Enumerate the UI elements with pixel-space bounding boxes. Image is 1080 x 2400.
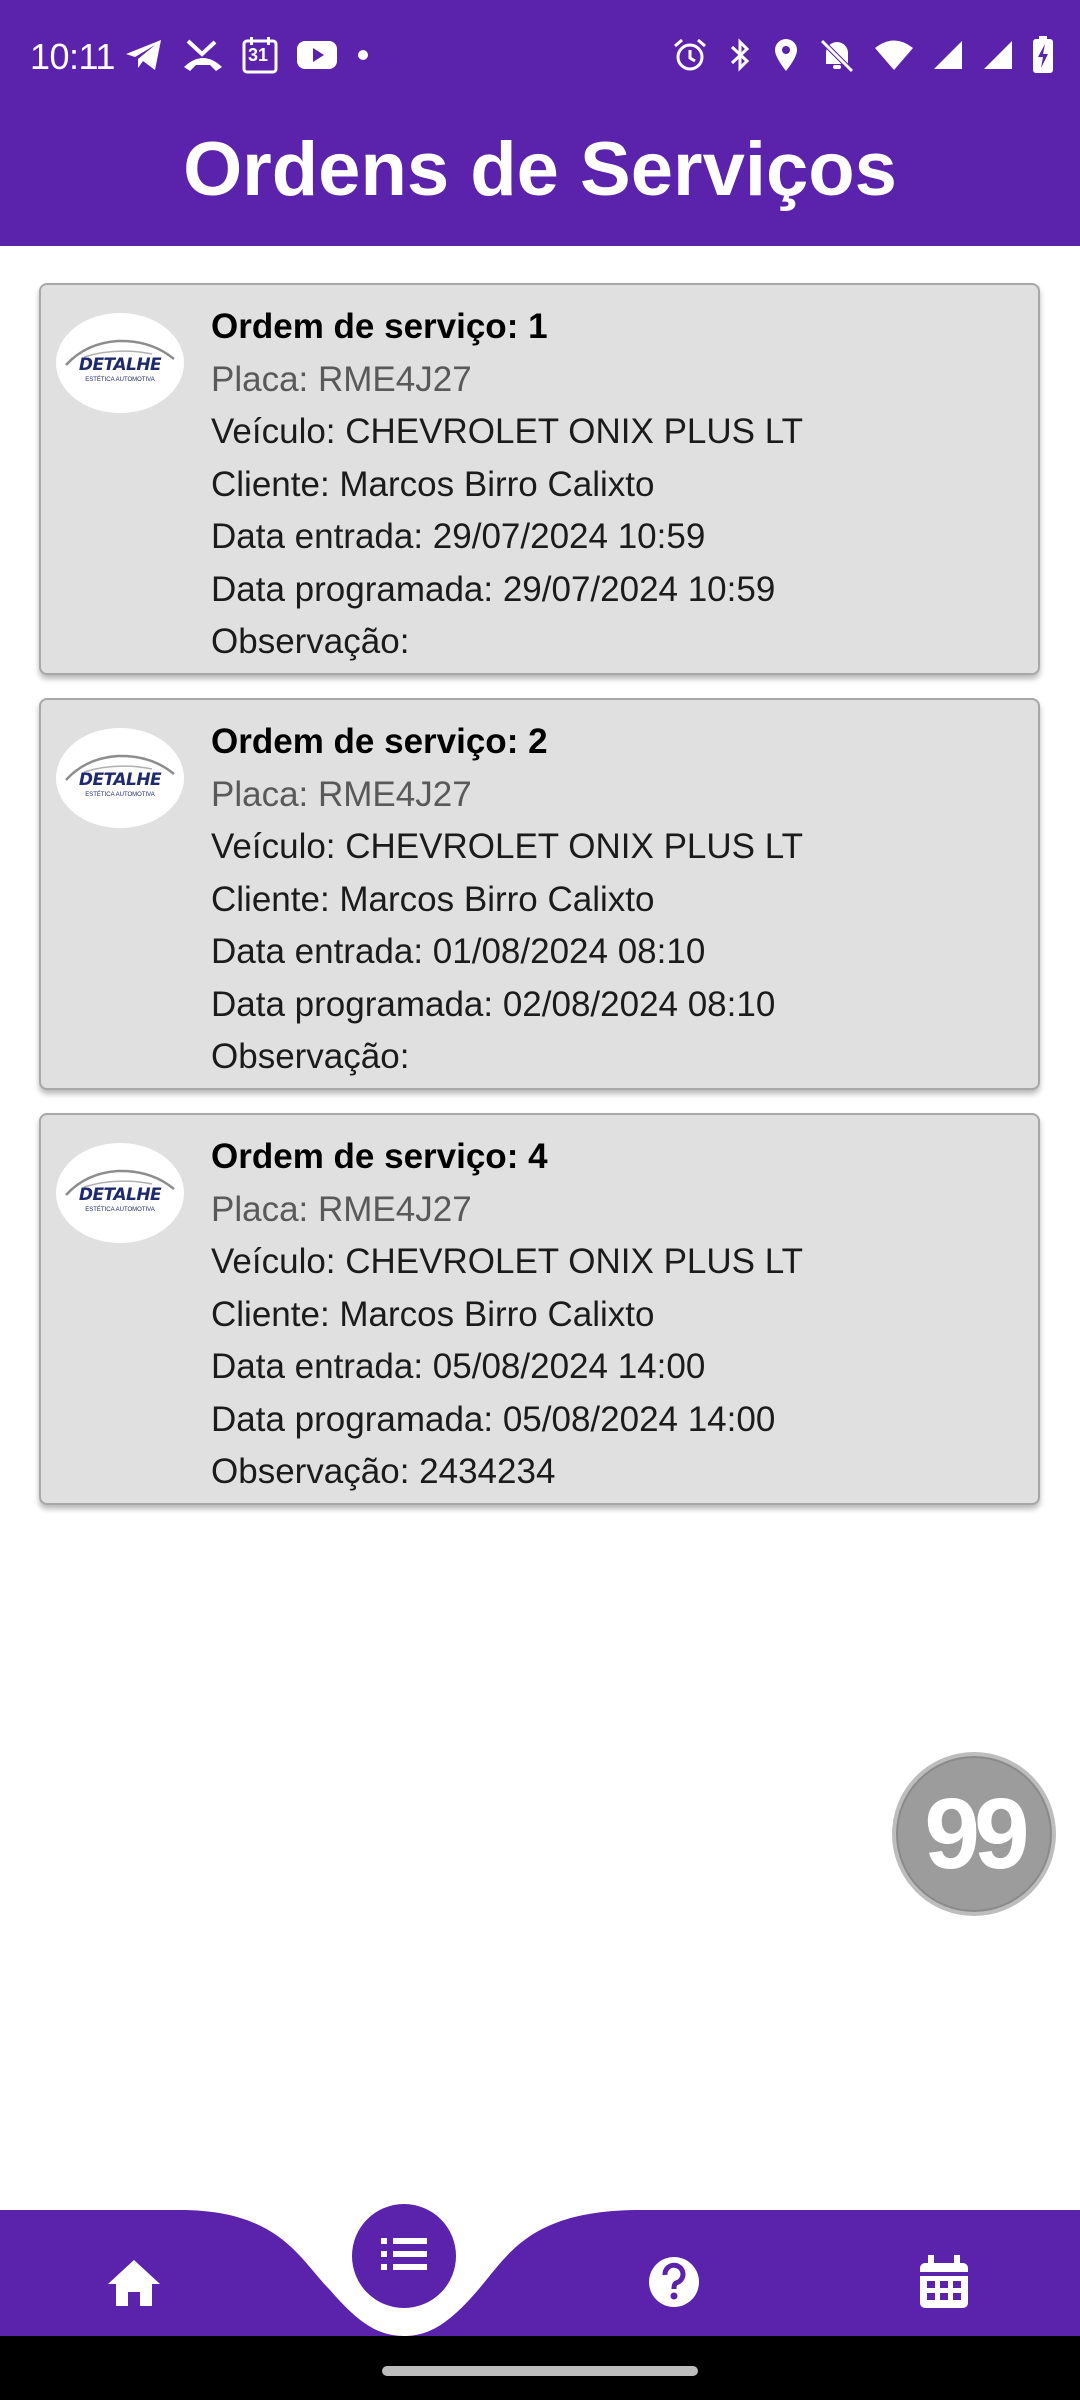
logo-text: DETALHE [78, 770, 162, 790]
order-client: Cliente: Marcos Birro Calixto [211, 879, 655, 919]
wifi-icon [874, 39, 914, 71]
order-entry-date: Data entrada: 29/07/2024 10:59 [211, 517, 706, 556]
order-plate: Placa: RME4J27 [211, 1189, 472, 1229]
battery-charging-icon [1032, 36, 1054, 74]
order-client: Cliente: Marcos Birro Calixto [211, 464, 655, 504]
service-order-card[interactable]: DETALHE ESTÉTICA AUTOMOTIVA Ordem de servi… [39, 283, 1040, 675]
order-title: Ordem de serviço: 2 [211, 722, 548, 761]
order-note: Observação: 2434234 [211, 1452, 556, 1491]
notification-icons: 31 [124, 36, 370, 74]
order-scheduled-date: Data programada: 02/08/2024 08:10 [211, 984, 776, 1024]
logo-subtext: ESTÉTICA AUTOMOTIVA [85, 1207, 155, 1213]
order-title: Ordem de serviço: 1 [211, 307, 548, 346]
order-note: Observação: [211, 1037, 410, 1076]
company-logo: DETALHE ESTÉTICA AUTOMOTIVA [56, 313, 184, 413]
bottom-navigation [0, 2210, 1080, 2336]
company-logo: DETALHE ESTÉTICA AUTOMOTIVA [56, 728, 184, 828]
page-title: Ordens de Serviços [183, 127, 897, 212]
system-icons [672, 36, 1054, 74]
order-vehicle: Veículo: CHEVROLET ONIX PLUS LT [211, 412, 803, 451]
floating-99-button[interactable]: 99 [892, 1752, 1056, 1916]
order-vehicle: Veículo: CHEVROLET ONIX PLUS LT [211, 827, 803, 866]
list-icon [379, 2234, 429, 2279]
calendar-day: 31 [248, 45, 269, 65]
missed-call-icon [182, 37, 224, 73]
order-plate: Placa: RME4J27 [211, 774, 472, 814]
signal-icon [932, 39, 964, 71]
service-order-list: DETALHE ESTÉTICA AUTOMOTIVA Ordem de servi… [39, 283, 1040, 1528]
logo-text: DETALHE [78, 1185, 162, 1205]
calendar-icon[interactable] [914, 2252, 974, 2312]
order-title: Ordem de serviço: 4 [211, 1137, 548, 1176]
order-vehicle: Veículo: CHEVROLET ONIX PLUS LT [211, 1242, 803, 1281]
order-scheduled-date: Data programada: 29/07/2024 10:59 [211, 569, 776, 609]
location-icon [772, 37, 800, 73]
status-bar: 10:11 31 [0, 0, 1080, 116]
calendar-icon: 31 [242, 36, 278, 74]
company-logo: DETALHE ESTÉTICA AUTOMOTIVA [56, 1143, 184, 1243]
order-entry-date: Data entrada: 01/08/2024 08:10 [211, 932, 706, 971]
order-details: Ordem de serviço: 2 Placa: RME4J27 Veículo… [211, 716, 1028, 1084]
order-client: Cliente: Marcos Birro Calixto [211, 1294, 655, 1334]
mute-icon [818, 37, 856, 73]
help-icon[interactable] [644, 2252, 704, 2312]
youtube-icon [296, 39, 338, 71]
home-icon[interactable] [104, 2252, 164, 2312]
bluetooth-icon [726, 37, 754, 73]
logo-text: DETALHE [78, 355, 162, 375]
order-details: Ordem de serviço: 4 Placa: RME4J27 Veículo… [211, 1131, 1028, 1499]
app-bar: 10:11 31 Ordens de Serviços [0, 0, 1080, 246]
order-scheduled-date: Data programada: 05/08/2024 14:00 [211, 1399, 776, 1439]
order-plate: Placa: RME4J27 [211, 359, 472, 399]
signal-icon [982, 39, 1014, 71]
logo-subtext: ESTÉTICA AUTOMOTIVA [85, 792, 155, 798]
logo-subtext: ESTÉTICA AUTOMOTIVA [85, 377, 155, 383]
app-screen: 10:11 31 Ordens de Serviços DETALHE ESTÉ… [0, 0, 1080, 2400]
system-navigation-bar [0, 2336, 1080, 2400]
order-details: Ordem de serviço: 1 Placa: RME4J27 Veículo… [211, 301, 1028, 669]
alarm-icon [672, 37, 708, 73]
telegram-icon [124, 37, 164, 73]
gesture-handle[interactable] [382, 2366, 698, 2376]
status-time: 10:11 [30, 36, 115, 77]
order-entry-date: Data entrada: 05/08/2024 14:00 [211, 1347, 706, 1386]
dot-icon [356, 48, 370, 62]
order-note: Observação: [211, 622, 410, 661]
service-order-card[interactable]: DETALHE ESTÉTICA AUTOMOTIVA Ordem de servi… [39, 698, 1040, 1090]
service-order-card[interactable]: DETALHE ESTÉTICA AUTOMOTIVA Ordem de servi… [39, 1113, 1040, 1505]
list-button[interactable] [352, 2204, 456, 2308]
